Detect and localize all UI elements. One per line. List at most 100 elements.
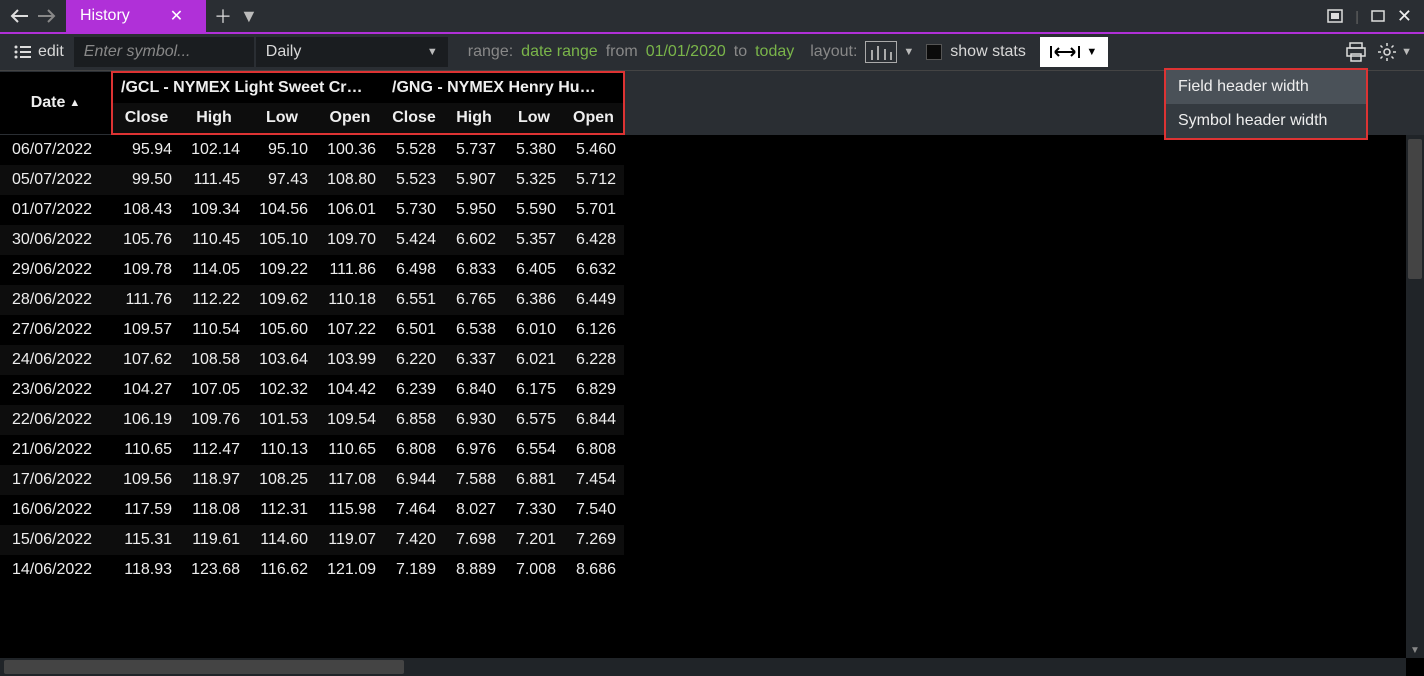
- symbol-header-0[interactable]: /GCL - NYMEX Light Sweet Cr…: [112, 72, 384, 103]
- cell: 123.68: [180, 555, 248, 585]
- table-row[interactable]: 22/06/2022106.19109.76101.53109.546.8586…: [0, 405, 624, 435]
- date-range-link[interactable]: date range: [521, 43, 598, 61]
- cell: 6.551: [384, 285, 444, 315]
- table-row[interactable]: 01/07/2022108.43109.34104.56106.015.7305…: [0, 195, 624, 225]
- column-width-button[interactable]: ▼: [1040, 37, 1108, 67]
- scroll-down-button[interactable]: ▼: [1406, 642, 1424, 658]
- cell: 107.05: [180, 375, 248, 405]
- table-row[interactable]: 21/06/2022110.65112.47110.13110.656.8086…: [0, 435, 624, 465]
- cell: 106.19: [112, 405, 180, 435]
- symbol-header-1[interactable]: /GNG - NYMEX Henry Hu…: [384, 72, 624, 103]
- cell: 112.47: [180, 435, 248, 465]
- table-row[interactable]: 27/06/2022109.57110.54105.60107.226.5016…: [0, 315, 624, 345]
- cell: 6.575: [504, 405, 564, 435]
- dropdown-item-field-width[interactable]: Field header width: [1166, 70, 1366, 104]
- table-row[interactable]: 15/06/2022115.31119.61114.60119.077.4207…: [0, 525, 624, 555]
- vertical-scrollbar[interactable]: ▲ ▼: [1406, 135, 1424, 658]
- cell: 22/06/2022: [0, 405, 112, 435]
- cell: 7.464: [384, 495, 444, 525]
- nav-arrows: [0, 0, 66, 32]
- field-header[interactable]: Close: [112, 103, 180, 134]
- cell: 7.588: [444, 465, 504, 495]
- cell: 6.808: [564, 435, 624, 465]
- cell: 111.45: [180, 165, 248, 195]
- field-header[interactable]: Open: [564, 103, 624, 134]
- cell: 110.65: [112, 435, 180, 465]
- cell: 118.93: [112, 555, 180, 585]
- cell: 117.08: [316, 465, 384, 495]
- cell: 6.840: [444, 375, 504, 405]
- field-header[interactable]: Open: [316, 103, 384, 134]
- cell: 6.239: [384, 375, 444, 405]
- cell: 27/06/2022: [0, 315, 112, 345]
- layout-label: layout:: [810, 43, 857, 61]
- cell: 7.330: [504, 495, 564, 525]
- cell: 121.09: [316, 555, 384, 585]
- scroll-thumb[interactable]: [1408, 139, 1422, 279]
- cell: 110.18: [316, 285, 384, 315]
- window-controls: | ✕: [1315, 0, 1424, 32]
- cell: 112.22: [180, 285, 248, 315]
- cell: 105.10: [248, 225, 316, 255]
- cell: 6.829: [564, 375, 624, 405]
- cell: 102.14: [180, 135, 248, 165]
- cell: 6.554: [504, 435, 564, 465]
- cell: 6.010: [504, 315, 564, 345]
- columns-icon: [865, 41, 897, 63]
- cell: 105.76: [112, 225, 180, 255]
- period-select[interactable]: Daily ▼: [256, 37, 448, 67]
- table-row[interactable]: 30/06/2022105.76110.45105.10109.705.4246…: [0, 225, 624, 255]
- field-header[interactable]: Low: [504, 103, 564, 134]
- layout-button[interactable]: ▼: [865, 41, 914, 63]
- print-button[interactable]: [1345, 42, 1367, 62]
- tab-menu-button[interactable]: ▼: [240, 6, 258, 27]
- maximize-button[interactable]: [1371, 10, 1385, 22]
- table-row[interactable]: 28/06/2022111.76112.22109.62110.186.5516…: [0, 285, 624, 315]
- cell: 6.175: [504, 375, 564, 405]
- cell: 108.25: [248, 465, 316, 495]
- cell: 30/06/2022: [0, 225, 112, 255]
- column-header-date[interactable]: Date ▲: [0, 72, 112, 134]
- cell: 6.808: [384, 435, 444, 465]
- cell: 6.386: [504, 285, 564, 315]
- table-row[interactable]: 23/06/2022104.27107.05102.32104.426.2396…: [0, 375, 624, 405]
- field-header[interactable]: High: [444, 103, 504, 134]
- cell: 108.80: [316, 165, 384, 195]
- back-button[interactable]: [6, 3, 32, 29]
- table-row[interactable]: 14/06/2022118.93123.68116.62121.097.1898…: [0, 555, 624, 585]
- cell: 95.10: [248, 135, 316, 165]
- field-header[interactable]: Low: [248, 103, 316, 134]
- edit-button[interactable]: edit: [4, 34, 74, 70]
- close-tab-button[interactable]: ✕: [170, 6, 183, 26]
- detach-window-button[interactable]: [1327, 9, 1343, 23]
- symbol-input[interactable]: [74, 37, 254, 67]
- from-label: from: [606, 43, 638, 61]
- cell: 108.43: [112, 195, 180, 225]
- table-row[interactable]: 16/06/2022117.59118.08112.31115.987.4648…: [0, 495, 624, 525]
- table-row[interactable]: 06/07/202295.94102.1495.10100.365.5285.7…: [0, 135, 624, 165]
- from-date[interactable]: 01/01/2020: [646, 43, 726, 61]
- scroll-thumb[interactable]: [4, 660, 404, 674]
- forward-button[interactable]: [34, 3, 60, 29]
- table-row[interactable]: 29/06/2022109.78114.05109.22111.866.4986…: [0, 255, 624, 285]
- show-stats-toggle[interactable]: show stats: [926, 43, 1026, 61]
- table-row[interactable]: 17/06/2022109.56118.97108.25117.086.9447…: [0, 465, 624, 495]
- field-header[interactable]: High: [180, 103, 248, 134]
- list-icon: [14, 45, 32, 59]
- cell: 5.325: [504, 165, 564, 195]
- to-date[interactable]: today: [755, 43, 794, 61]
- field-header[interactable]: Close: [384, 103, 444, 134]
- tab-history[interactable]: History ✕: [66, 0, 206, 32]
- range-segment: range: date range from 01/01/2020 to tod…: [468, 43, 794, 61]
- cell: 5.701: [564, 195, 624, 225]
- dropdown-item-symbol-width[interactable]: Symbol header width: [1166, 104, 1366, 138]
- new-tab-button[interactable]: ＋: [214, 3, 232, 29]
- horizontal-scrollbar[interactable]: [0, 658, 1406, 676]
- settings-button[interactable]: ▼: [1377, 42, 1412, 62]
- table-row[interactable]: 05/07/202299.50111.4597.43108.805.5235.9…: [0, 165, 624, 195]
- close-window-button[interactable]: ✕: [1397, 6, 1412, 27]
- cell: 7.420: [384, 525, 444, 555]
- table-row[interactable]: 24/06/2022107.62108.58103.64103.996.2206…: [0, 345, 624, 375]
- cell: 115.98: [316, 495, 384, 525]
- cell: 109.34: [180, 195, 248, 225]
